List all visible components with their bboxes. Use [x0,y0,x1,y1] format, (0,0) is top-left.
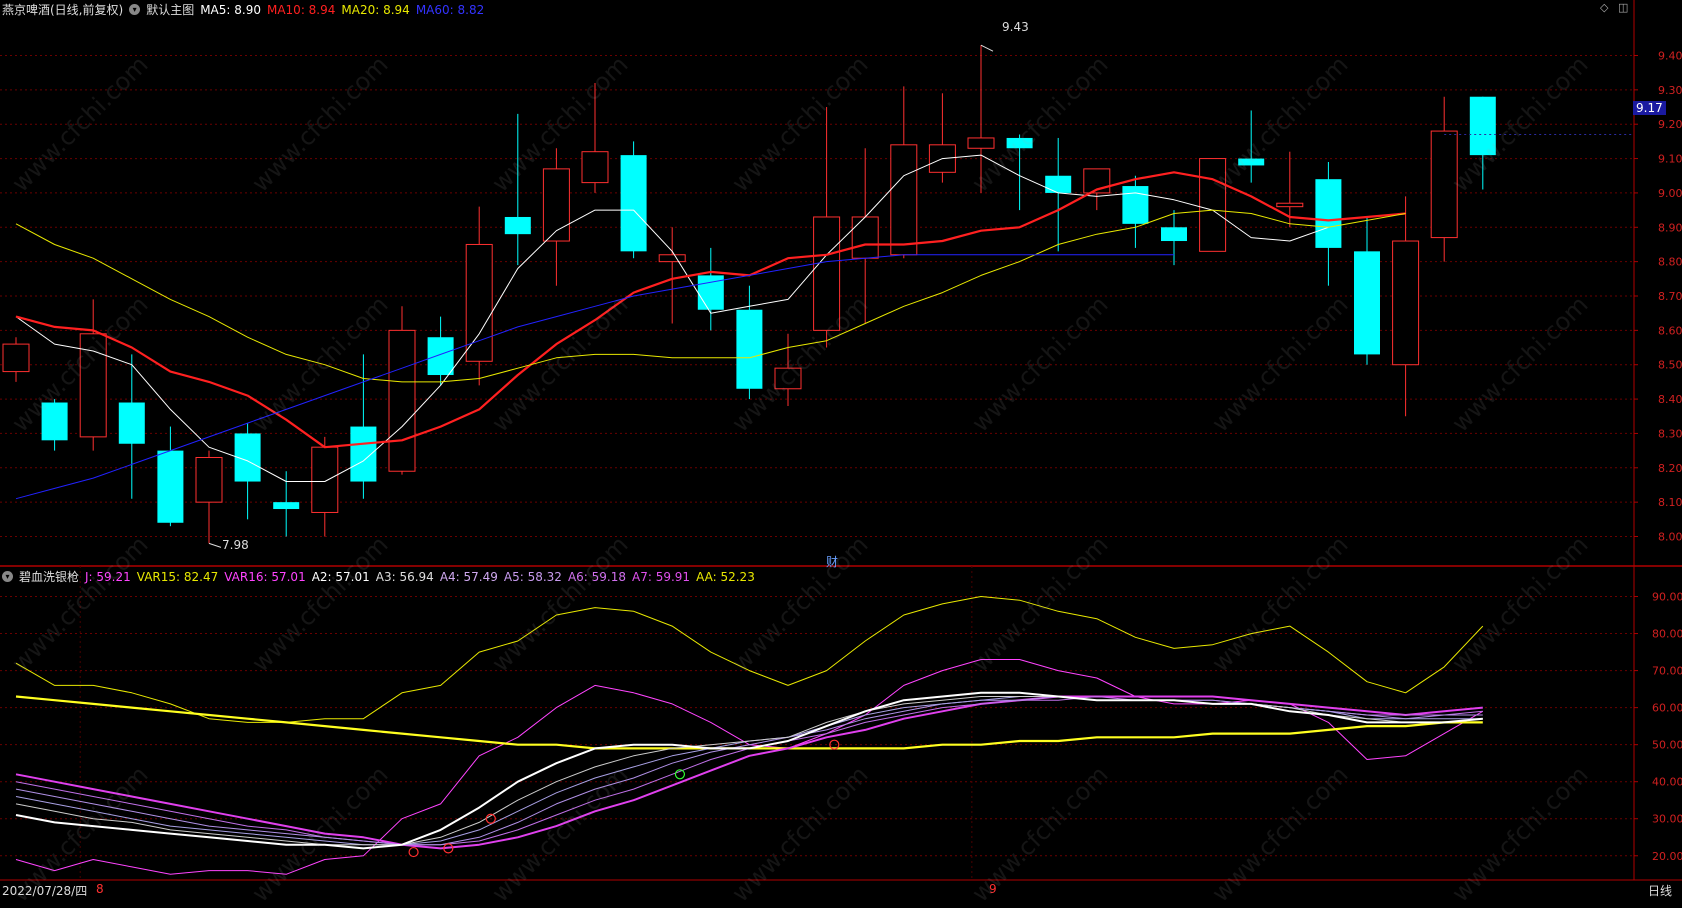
candle-down [1006,137,1033,149]
indicator-tick-label: 40.00 [1652,776,1682,789]
j-label: J: 59.21 [85,569,131,584]
price-tick-label: 8.40 [1658,393,1682,406]
period-label[interactable]: 日线 [1648,882,1672,899]
candle-up [1430,130,1458,239]
line-a4 [15,696,1483,846]
candle-up [388,329,416,472]
candle-down [273,502,300,510]
high-pointer [980,44,994,52]
indicator-tick-label: 60.00 [1652,702,1682,715]
diamond-icon[interactable]: ◇ [1600,1,1608,14]
ma20-label: MA20: 8.94 [341,2,410,17]
line-a3 [15,696,1483,846]
month-marker-sep: 9 [989,882,997,896]
price-tick-label: 8.00 [1658,531,1682,544]
candle-up [2,343,30,373]
chart-canvas[interactable]: 8.00 8.10 8.20 8.30 8.40 8.50 8.60 8.70 8.80 8.90… [0,0,1682,897]
line-a7 [15,695,1483,850]
candle-down [157,450,184,523]
ma5-label: MA5: 8.90 [200,2,261,17]
price-tick-label: 8.70 [1658,290,1682,303]
candle-up [581,151,609,184]
candle-up [1276,202,1304,208]
line-var15 [15,596,1484,723]
indicator-tick-label: 20.00 [1652,850,1682,863]
candle-down [1469,96,1496,156]
high-price-label: 9.43 [1002,20,1029,34]
indicator-dropdown-icon[interactable]: ▾ [2,571,13,582]
low-pointer [208,542,222,548]
a6-label: A6: 59.18 [567,569,627,584]
var16-label: VAR16: 57.01 [224,569,306,584]
finance-marker[interactable]: 财 [826,553,838,570]
price-tick-label: 8.80 [1658,256,1682,269]
price-tick-label: 9.00 [1658,187,1682,200]
candle-up [1199,158,1227,252]
main-chart-label[interactable]: 默认主图 [146,1,194,18]
signal-marker [408,846,419,858]
candle-down [427,337,454,376]
line-j [15,659,1484,875]
candle-up [195,456,223,503]
price-tick-label: 9.30 [1658,84,1682,97]
indicator-name[interactable]: 碧血洗银枪 [19,568,79,585]
indicator-tick-label: 90.00 [1652,591,1682,604]
candle-up [658,254,686,263]
a4-label: A4: 57.49 [439,569,498,584]
current-price-tag: 9.17 [1633,101,1666,115]
indicator-tick-label: 30.00 [1652,813,1682,826]
candle-down [1122,186,1149,224]
price-tick-label: 9.40 [1658,49,1682,62]
dropdown-icon[interactable]: ▾ [129,4,141,15]
indicator-tick-label: 70.00 [1652,665,1682,678]
candle-down [1238,158,1265,166]
candle-down [1045,175,1072,193]
indicator-header: ▾ 碧血洗银枪 J: 59.21 VAR15: 82.47 VAR16: 57.… [2,568,755,585]
candle-down [736,309,763,389]
candle-down [1161,227,1187,242]
candle-up [774,367,802,390]
var15-label: VAR15: 82.47 [136,569,219,584]
candle-up [967,137,995,149]
candle-up [813,216,841,331]
price-tick-label: 8.90 [1658,221,1682,234]
candle-down [41,402,68,441]
candle-up [311,446,339,513]
ma60-label: MA60: 8.82 [415,2,485,17]
candle-up [851,216,879,259]
candle-up [890,144,918,256]
stock-title[interactable]: 燕京啤酒(日线,前复权) [2,1,123,18]
candle-down [1354,251,1380,355]
price-tick-label: 8.20 [1658,462,1682,475]
ma10-label: MA10: 8.94 [266,2,336,17]
price-tick-label: 8.60 [1658,324,1682,337]
candle-down [620,155,647,252]
candle-down [504,216,531,235]
low-price-label: 7.98 [222,538,249,552]
a7-label: A7: 59.91 [632,569,691,584]
candle-down [350,426,377,482]
candle-down [118,402,145,444]
line-a2 [15,691,1483,850]
candle-down [1315,179,1342,248]
main-chart-header: 燕京啤酒(日线,前复权) ▾ 默认主图 MA5: 8.90 MA10: 8.94… [2,1,484,18]
a2-label: A2: 57.01 [311,569,370,584]
price-tick-label: 9.20 [1658,118,1682,131]
indicator-tick-label: 80.00 [1652,628,1682,641]
line-a6 [15,696,1483,846]
price-tick-label: 8.30 [1658,427,1682,440]
indicator-tick-label: 50.00 [1652,739,1682,752]
month-marker-aug: 8 [96,882,104,896]
price-tick-label: 8.10 [1658,496,1682,509]
aa-label: AA: 52.23 [696,569,755,584]
price-tick-label: 9.10 [1658,153,1682,166]
a5-label: A5: 58.32 [503,569,562,584]
current-date: 2022/07/28/四 [2,884,88,898]
a3-label: A3: 56.94 [375,569,434,584]
price-tick-label: 8.50 [1658,359,1682,372]
line-a5 [15,696,1483,846]
window-icon[interactable]: ◫ [1618,1,1628,14]
candle-up [1392,240,1420,366]
